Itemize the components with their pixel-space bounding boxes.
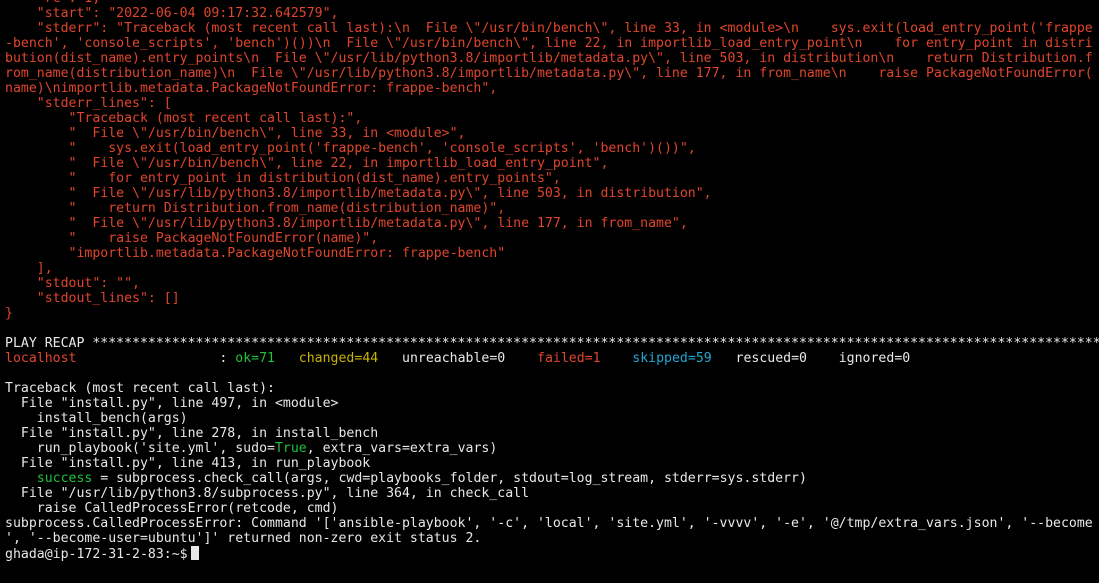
terminal-line: ', '--become-user=ubuntu']' returned non… xyxy=(5,531,1099,546)
terminal-text: localhost xyxy=(5,351,77,366)
terminal-line: File "install.py", line 278, in install_… xyxy=(5,426,1099,441)
terminal-text: unreachable=0 xyxy=(378,351,537,366)
terminal-text: "stderr": "Traceback (most recent call l… xyxy=(5,21,1093,36)
terminal-text: "start": "2022-06-04 09:17:32.642579", xyxy=(5,6,339,21)
terminal-text: " raise PackageNotFoundError(name)", xyxy=(5,231,379,246)
terminal-text: PLAY RECAP *****************************… xyxy=(5,336,1099,351)
terminal-line: Traceback (most recent call last): xyxy=(5,381,1099,396)
terminal-text: , extra_vars=extra_vars) xyxy=(306,441,498,456)
shell-prompt-line: ghada@ip-172-31-2-83:~$ xyxy=(5,546,1099,561)
terminal-text: bution(dist_name).entry_points\n File \"… xyxy=(5,51,1093,66)
terminal-text: " File \"/usr/bin/bench\", line 33, in <… xyxy=(5,126,466,141)
terminal-line: " File \"/usr/bin/bench\", line 22, in i… xyxy=(5,156,1099,171)
terminal-line: File "/usr/lib/python3.8/subprocess.py",… xyxy=(5,486,1099,501)
terminal-line: install_bench(args) xyxy=(5,411,1099,426)
terminal-line: File "install.py", line 413, in run_play… xyxy=(5,456,1099,471)
terminal-text: subprocess.CalledProcessError: Command '… xyxy=(5,516,1093,531)
terminal-line: "stderr_lines": [ xyxy=(5,96,1099,111)
terminal-text: " sys.exit(load_entry_point('frappe-benc… xyxy=(5,141,696,156)
terminal-text: Traceback (most recent call last): xyxy=(5,381,275,396)
terminal-text: ok=71 xyxy=(235,351,275,366)
terminal-text: " File \"/usr/bin/bench\", line 22, in i… xyxy=(5,156,609,171)
terminal-text: File "install.py", line 413, in run_play… xyxy=(5,456,371,471)
terminal-line: " File \"/usr/lib/python3.8/importlib/me… xyxy=(5,186,1099,201)
terminal-line: " File \"/usr/lib/python3.8/importlib/me… xyxy=(5,216,1099,231)
terminal-line: "importlib.metadata.PackageNotFoundError… xyxy=(5,246,1099,261)
terminal-line: run_playbook('site.yml', sudo=True, extr… xyxy=(5,441,1099,456)
shell-prompt: ghada@ip-172-31-2-83:~$ xyxy=(5,547,188,561)
terminal-text: "importlib.metadata.PackageNotFoundError… xyxy=(5,246,506,261)
terminal-line: name)\nimportlib.metadata.PackageNotFoun… xyxy=(5,81,1099,96)
terminal-text: name)\nimportlib.metadata.PackageNotFoun… xyxy=(5,81,498,96)
terminal-text: "stderr_lines": [ xyxy=(5,96,172,111)
terminal-line: " sys.exit(load_entry_point('frappe-benc… xyxy=(5,141,1099,156)
terminal-line: ], xyxy=(5,261,1099,276)
terminal-line: success = subprocess.check_call(args, cw… xyxy=(5,471,1099,486)
terminal-text: File "/usr/lib/python3.8/subprocess.py",… xyxy=(5,486,530,501)
terminal-line: } xyxy=(5,306,1099,321)
terminal-line: "Traceback (most recent call last):", xyxy=(5,111,1099,126)
terminal-text: rom_name(distribution_name)\n File \"/us… xyxy=(5,66,1093,81)
terminal-line: " raise PackageNotFoundError(name)", xyxy=(5,231,1099,246)
terminal-line: "stderr": "Traceback (most recent call l… xyxy=(5,21,1099,36)
terminal-text: "Traceback (most recent call last):", xyxy=(5,111,363,126)
terminal-text: " for entry_point in distribution(dist_n… xyxy=(5,171,561,186)
terminal-text: run_playbook('site.yml', sudo= xyxy=(5,441,275,456)
terminal-text: "stdout_lines": [] xyxy=(5,291,180,306)
terminal-text: } xyxy=(5,306,13,321)
terminal-text: raise CalledProcessError(retcode, cmd) xyxy=(5,501,339,516)
terminal-line: "stdout_lines": [] xyxy=(5,291,1099,306)
terminal-line: subprocess.CalledProcessError: Command '… xyxy=(5,516,1099,531)
terminal-text: rescued=0 ignored=0 xyxy=(711,351,911,366)
terminal-text: : xyxy=(76,351,236,366)
terminal-line: " return Distribution.from_name(distribu… xyxy=(5,201,1099,216)
terminal-text: failed=1 xyxy=(537,351,601,366)
terminal-text: = subprocess.check_call(args, cwd=playbo… xyxy=(92,471,807,486)
terminal-text: ', '--become-user=ubuntu']' returned non… xyxy=(5,531,482,546)
terminal-line: "stdout": "", xyxy=(5,276,1099,291)
terminal-text: skipped=59 xyxy=(632,351,712,366)
terminal-window[interactable]: "rc": 1, "start": "2022-06-04 09:17:32.6… xyxy=(0,0,1099,583)
terminal-text: True xyxy=(274,441,307,456)
terminal-text: success xyxy=(36,471,93,486)
terminal-text: " File \"/usr/lib/python3.8/importlib/me… xyxy=(5,216,688,231)
terminal-line: PLAY RECAP *****************************… xyxy=(5,336,1099,351)
terminal-line: -bench', 'console_scripts', 'bench')())\… xyxy=(5,36,1099,51)
terminal-text: "stdout": "", xyxy=(5,276,140,291)
terminal-text: " return Distribution.from_name(distribu… xyxy=(5,201,506,216)
terminal-output: "rc": 1, "start": "2022-06-04 09:17:32.6… xyxy=(5,0,1099,561)
terminal-line: rom_name(distribution_name)\n File \"/us… xyxy=(5,66,1099,81)
terminal-line: File "install.py", line 497, in <module> xyxy=(5,396,1099,411)
terminal-text: ], xyxy=(5,261,53,276)
terminal-text: install_bench(args) xyxy=(5,411,188,426)
terminal-line: raise CalledProcessError(retcode, cmd) xyxy=(5,501,1099,516)
terminal-line: " for entry_point in distribution(dist_n… xyxy=(5,171,1099,186)
terminal-text: -bench', 'console_scripts', 'bench')())\… xyxy=(5,36,1093,51)
terminal-text: File "install.py", line 497, in <module> xyxy=(5,396,339,411)
terminal-text: " File \"/usr/lib/python3.8/importlib/me… xyxy=(5,186,712,201)
text-cursor[interactable] xyxy=(190,546,199,560)
terminal-line: localhost : ok=71 changed=44 unreachable… xyxy=(5,351,1099,366)
terminal-line: bution(dist_name).entry_points\n File \"… xyxy=(5,51,1099,66)
terminal-text: changed=44 xyxy=(298,351,379,366)
terminal-line: " File \"/usr/bin/bench\", line 33, in <… xyxy=(5,126,1099,141)
terminal-text: File "install.py", line 278, in install_… xyxy=(5,426,379,441)
terminal-line: "start": "2022-06-04 09:17:32.642579", xyxy=(5,6,1099,21)
